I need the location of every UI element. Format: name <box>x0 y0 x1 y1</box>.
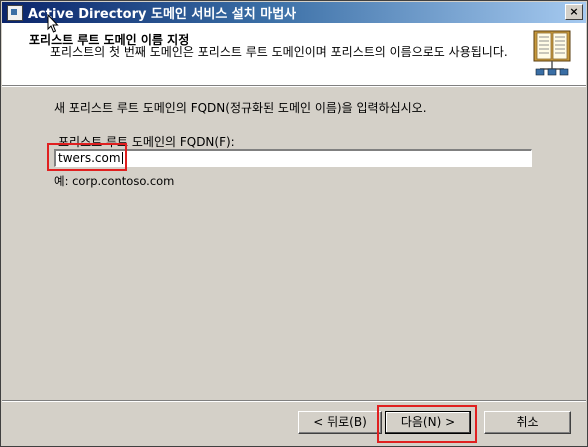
title-bar[interactable]: Active Directory 도메인 서비스 설치 마법사 × <box>2 2 586 23</box>
next-highlight-box <box>377 405 477 443</box>
back-button[interactable]: < 뒤로(B) <box>298 411 382 434</box>
mouse-cursor-icon <box>47 14 59 33</box>
book-icon <box>533 30 571 76</box>
wizard-window: Active Directory 도메인 서비스 설치 마법사 × 포리스트 루… <box>0 0 588 447</box>
cancel-button[interactable]: 취소 <box>484 411 571 434</box>
instruction-text: 새 포리스트 루트 도메인의 FQDN(정규화된 도메인 이름)을 입력하십시오… <box>54 101 427 115</box>
header-divider <box>2 86 586 87</box>
page-subtitle: 포리스트의 첫 번째 도메인은 포리스트 루트 도메인이며 포리스트의 이름으로… <box>50 45 508 59</box>
input-highlight-box <box>47 143 127 171</box>
close-button[interactable]: × <box>565 4 583 20</box>
wizard-header: 포리스트 루트 도메인 이름 지정 포리스트의 첫 번째 도메인은 포리스트 루… <box>2 23 586 86</box>
example-text: 예: corp.contoso.com <box>54 174 175 188</box>
app-icon <box>7 4 23 21</box>
window-title: Active Directory 도메인 서비스 설치 마법사 <box>28 7 297 22</box>
footer-divider <box>2 400 586 402</box>
